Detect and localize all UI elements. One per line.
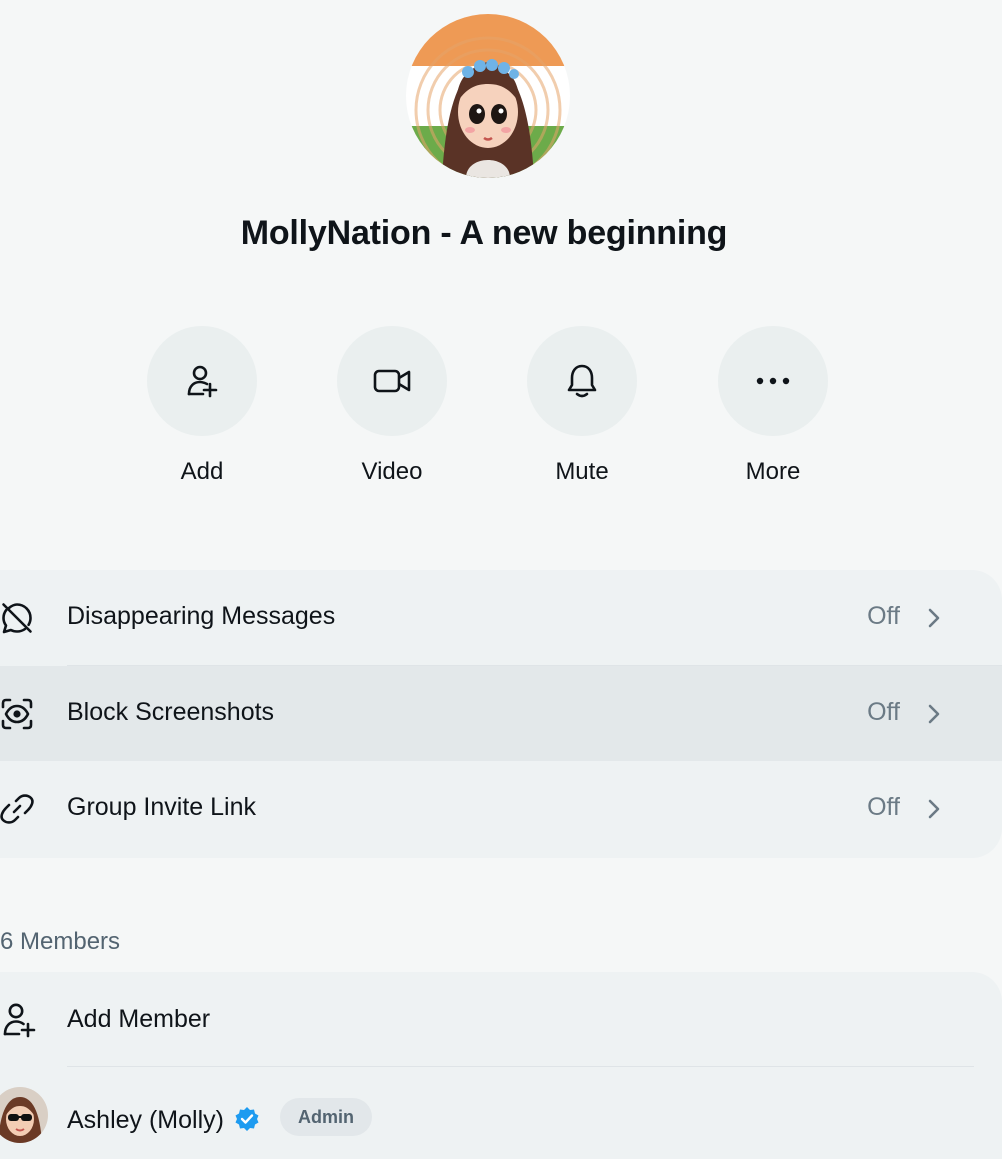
- group-avatar-image: [406, 14, 570, 178]
- disappearing-messages-row[interactable]: Disappearing Messages Off: [0, 570, 1002, 665]
- member-row[interactable]: Ashley (Molly) Admin: [0, 1073, 1002, 1159]
- chevron-right-icon: [928, 799, 940, 819]
- disappearing-messages-label: Disappearing Messages: [67, 602, 336, 630]
- add-action-label: Add: [180, 458, 224, 485]
- group-name: MollyNation - A new beginning: [240, 214, 728, 252]
- more-action-button[interactable]: More: [718, 326, 828, 486]
- block-screenshots-value: Off: [867, 698, 900, 726]
- chevron-right-icon: [928, 704, 940, 724]
- disappearing-messages-icon: [2, 603, 32, 634]
- video-action-circle[interactable]: [337, 326, 447, 436]
- chevron-right-icon: [928, 608, 940, 628]
- mute-action-button[interactable]: Mute: [527, 326, 637, 486]
- members-card: Add Member Ashley (Molly) Admin: [0, 972, 1002, 1159]
- video-action-button[interactable]: Video: [337, 326, 447, 486]
- group-avatar[interactable]: [406, 14, 570, 178]
- add-member-row[interactable]: Add Member: [0, 972, 1002, 1067]
- add-person-icon: [187, 365, 218, 398]
- members-count: 6 Members: [0, 928, 121, 955]
- mute-action-circle[interactable]: [527, 326, 637, 436]
- disappearing-messages-value: Off: [867, 602, 900, 630]
- members-divider: [67, 1066, 974, 1067]
- avatar[interactable]: [0, 1087, 48, 1143]
- member-name: Ashley (Molly): [67, 1106, 224, 1134]
- settings-card: Disappearing Messages Off Block Screensh…: [0, 570, 1002, 858]
- video-action-label: Video: [361, 458, 423, 485]
- add-person-icon: [3, 1003, 36, 1038]
- bell-icon: [567, 364, 597, 398]
- add-action-button[interactable]: Add: [147, 326, 257, 486]
- group-invite-link-value: Off: [867, 793, 900, 821]
- group-info-page: MollyNation - A new beginning Add Video: [0, 0, 1002, 1159]
- add-action-circle[interactable]: [147, 326, 257, 436]
- add-member-label: Add Member: [67, 1005, 211, 1033]
- block-screenshots-row[interactable]: Block Screenshots Off: [0, 666, 1002, 761]
- member-avatar-image: [0, 1087, 48, 1143]
- admin-badge: Admin: [280, 1098, 372, 1136]
- mute-action-label: Mute: [555, 458, 609, 485]
- video-camera-icon: [373, 369, 411, 393]
- verified-badge-icon: [235, 1107, 259, 1131]
- more-action-label: More: [745, 458, 801, 485]
- group-invite-link-row[interactable]: Group Invite Link Off: [0, 761, 1002, 856]
- more-dots-icon: [756, 377, 790, 385]
- block-screenshots-label: Block Screenshots: [67, 698, 275, 726]
- block-screenshots-icon: [1, 698, 33, 730]
- more-action-circle[interactable]: [718, 326, 828, 436]
- link-icon: [0, 794, 34, 824]
- group-invite-link-label: Group Invite Link: [67, 793, 256, 821]
